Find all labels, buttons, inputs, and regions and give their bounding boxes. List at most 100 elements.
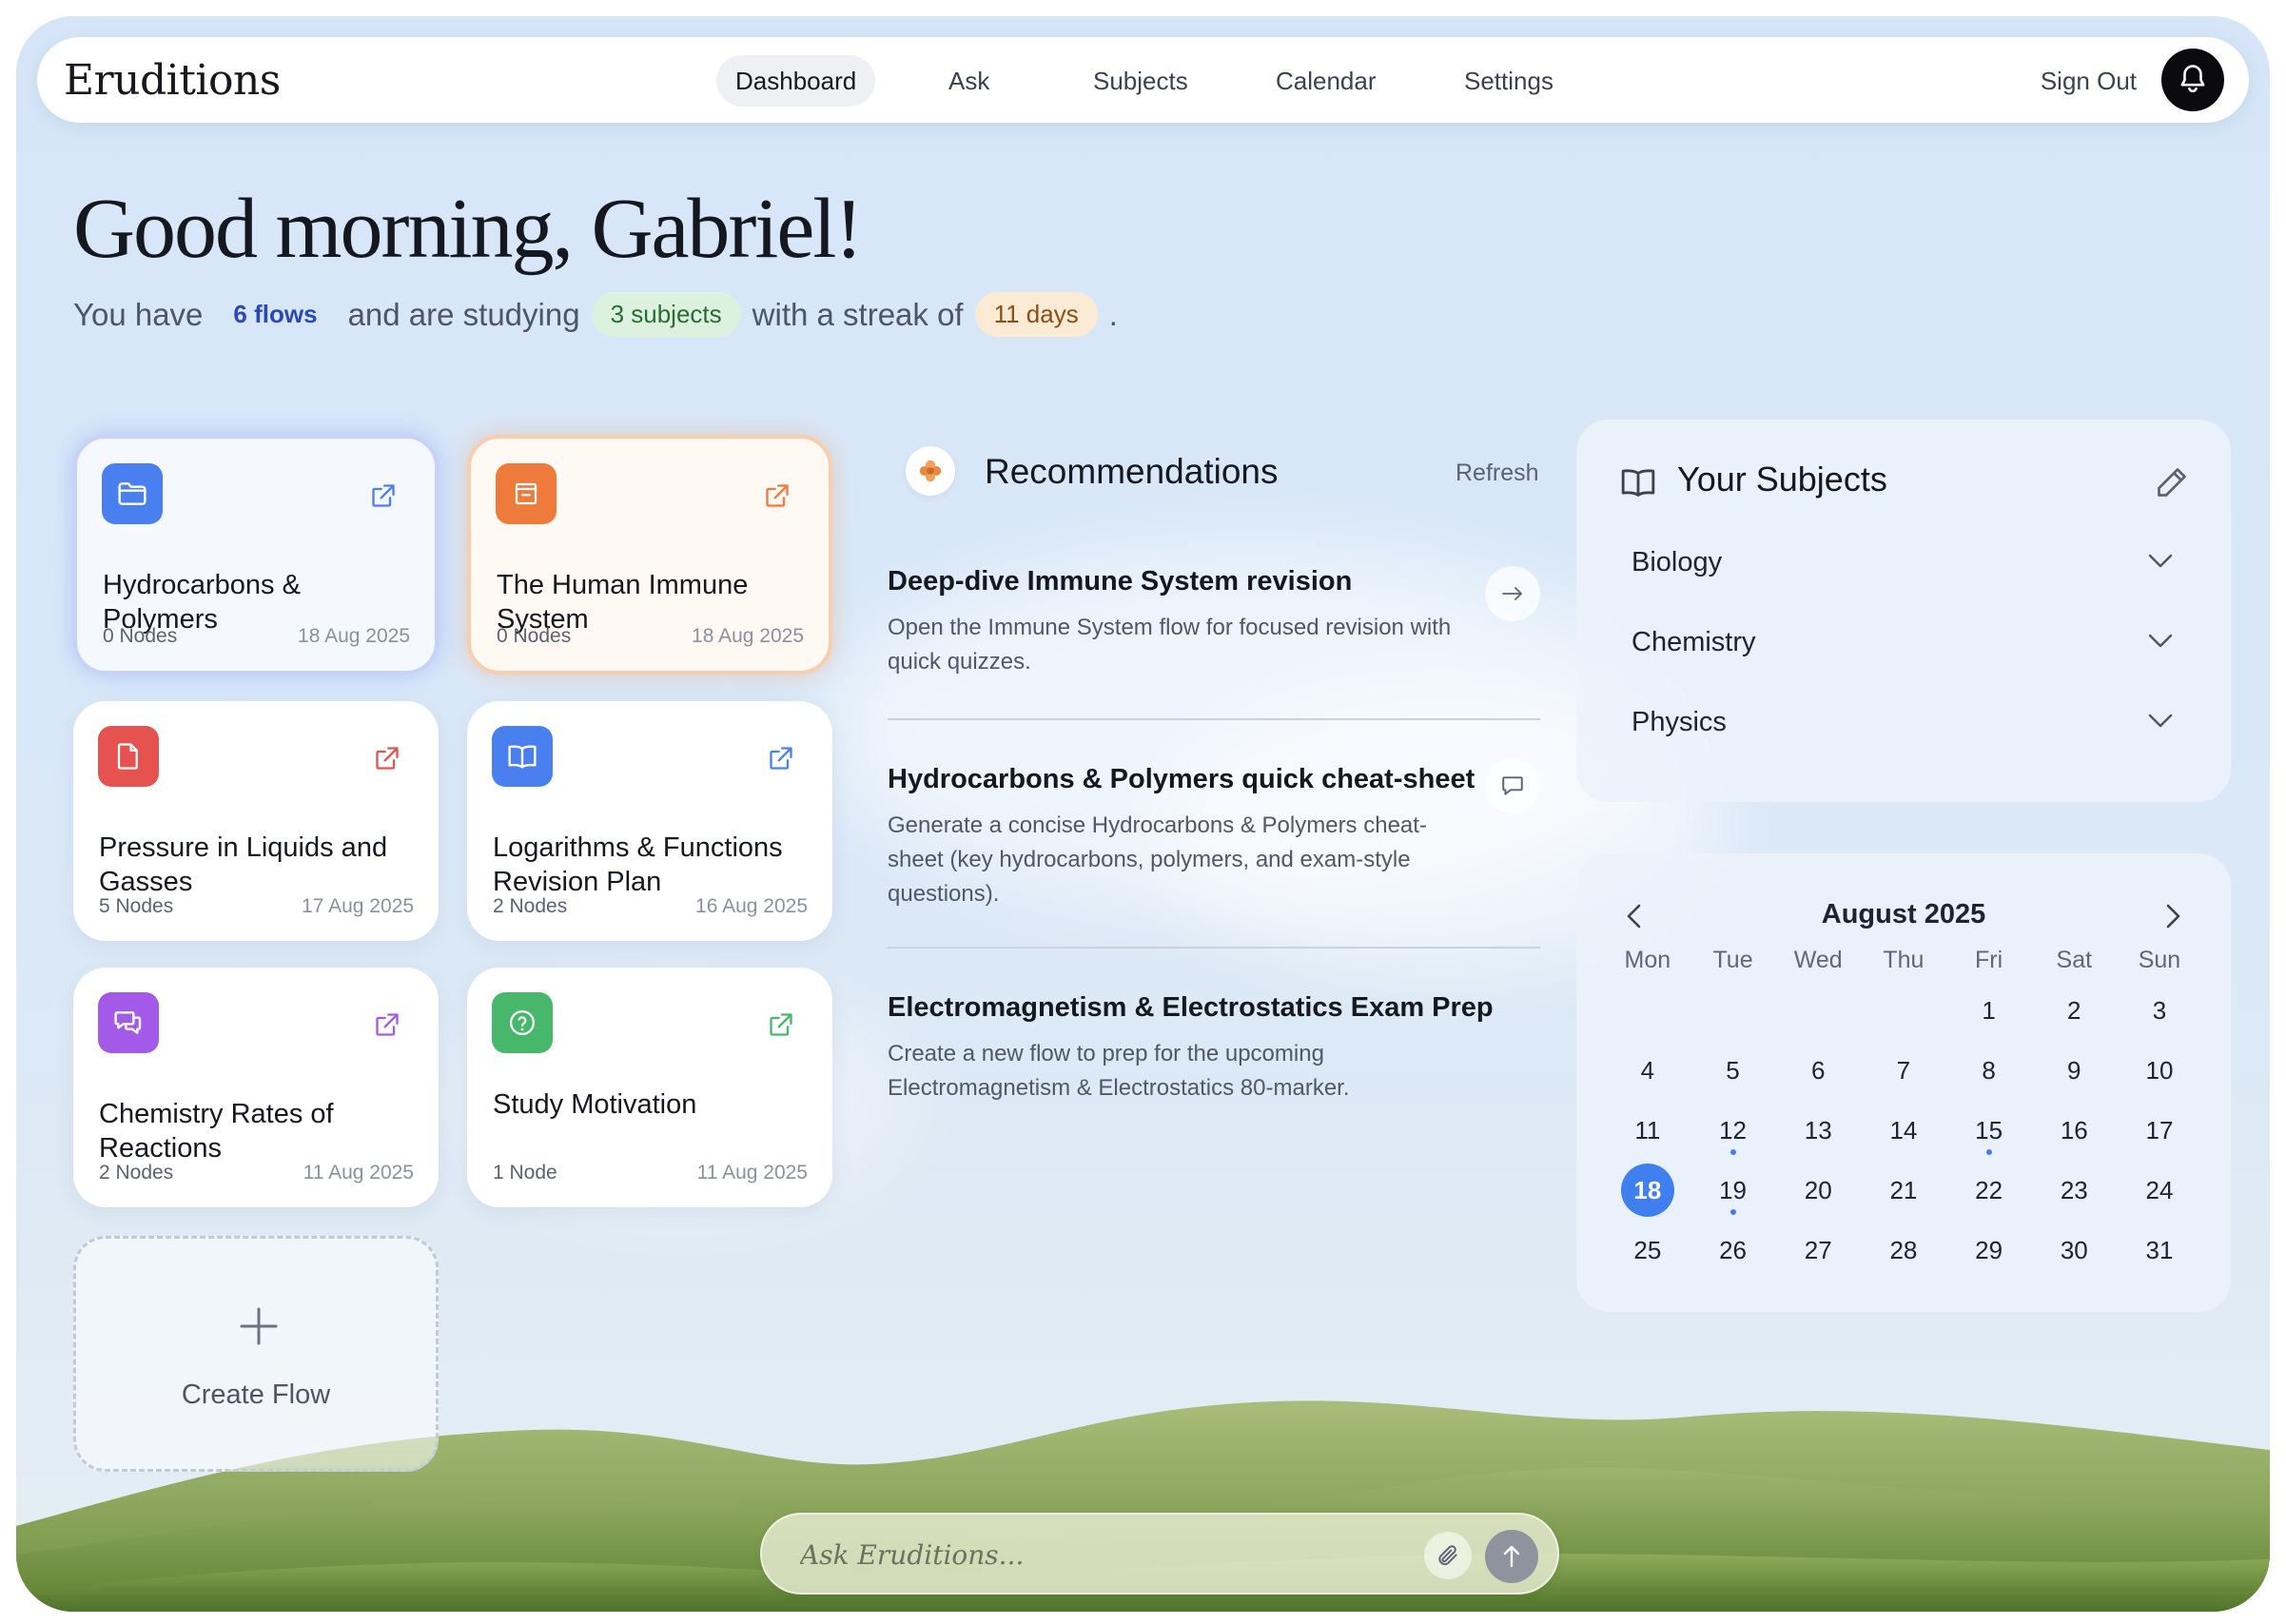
flows-count-badge[interactable]: 6 flows <box>214 292 336 337</box>
calendar-day[interactable]: 9 <box>2031 1041 2117 1101</box>
calendar-day-number: 5 <box>1726 1056 1740 1085</box>
calendar-day-number: 26 <box>1719 1236 1747 1264</box>
flow-card[interactable]: The Human Immune System 0 Nodes 18 Aug 2… <box>467 435 832 675</box>
calendar-day[interactable]: 30 <box>2031 1221 2117 1281</box>
recommendation-title: Deep-dive Immune System revision <box>888 566 1353 597</box>
calendar-day[interactable]: 21 <box>1861 1161 1946 1221</box>
calendar-day[interactable]: 19 <box>1690 1161 1776 1221</box>
question-circle-icon <box>492 992 553 1053</box>
ask-input[interactable] <box>800 1534 1390 1575</box>
pencil-icon[interactable] <box>2155 465 2189 499</box>
calendar-day[interactable]: 1 <box>1946 981 2032 1041</box>
flow-card[interactable]: Study Motivation 1 Node 11 Aug 2025 <box>467 968 832 1207</box>
subject-item-biology[interactable]: Biology <box>1631 547 2174 578</box>
calendar-day[interactable]: 28 <box>1861 1221 1946 1281</box>
open-external-icon[interactable] <box>768 1011 794 1038</box>
calendar-day[interactable]: 11 <box>1605 1101 1690 1161</box>
flow-nodes-count: 1 Node <box>493 1162 557 1184</box>
recommendation-chat-button[interactable] <box>1485 758 1540 813</box>
flow-title: Pressure in Liquids and Gasses <box>99 832 388 897</box>
calendar-day[interactable]: 6 <box>1775 1041 1861 1101</box>
recommendation-item[interactable]: Hydrocarbons & Polymers quick cheat-shee… <box>888 758 1540 911</box>
calendar-day[interactable]: 7 <box>1861 1041 1946 1101</box>
brand-logo[interactable]: Eruditions <box>64 56 281 105</box>
calendar-day[interactable]: 18 <box>1605 1161 1690 1221</box>
calendar-day[interactable]: 29 <box>1946 1221 2032 1281</box>
top-nav: Eruditions Dashboard Ask Subjects Calend… <box>37 37 2249 123</box>
open-external-icon[interactable] <box>374 1011 401 1038</box>
sign-out-button[interactable]: Sign Out <box>2041 55 2137 107</box>
attach-button[interactable] <box>1424 1532 1472 1579</box>
subjects-count-badge[interactable]: 3 subjects <box>591 292 741 337</box>
calendar-day[interactable]: 24 <box>2117 1161 2202 1221</box>
recommendation-item[interactable]: Deep-dive Immune System revision Open th… <box>888 566 1540 679</box>
open-external-icon[interactable] <box>768 745 794 772</box>
calendar-day[interactable]: 14 <box>1861 1101 1946 1161</box>
open-external-icon[interactable] <box>764 482 791 509</box>
subject-item-chemistry[interactable]: Chemistry <box>1631 627 2174 658</box>
flow-card[interactable]: Hydrocarbons & Polymers 0 Nodes 18 Aug 2… <box>73 435 439 675</box>
calendar-day-number: 8 <box>1982 1056 1996 1085</box>
subject-item-physics[interactable]: Physics <box>1631 707 2174 738</box>
nav-ask[interactable]: Ask <box>929 55 1008 107</box>
flow-title: Study Motivation <box>493 1089 697 1120</box>
flow-card[interactable]: Chemistry Rates of Reactions 2 Nodes 11 … <box>73 968 439 1207</box>
paperclip-icon <box>1438 1545 1457 1566</box>
event-dot <box>1985 1149 1992 1155</box>
calendar-day[interactable]: 15 <box>1946 1101 2032 1161</box>
calendar-empty-cell <box>1775 981 1861 1041</box>
refresh-button[interactable]: Refresh <box>1456 460 1539 487</box>
calendar-day[interactable]: 3 <box>2117 981 2202 1041</box>
calendar-day-number: 1 <box>1982 996 1996 1025</box>
recommendation-desc: Open the Immune System flow for focused … <box>888 615 1452 675</box>
calendar-day[interactable]: 5 <box>1690 1041 1776 1101</box>
recommendations-logo <box>906 446 955 496</box>
calendar-day[interactable]: 26 <box>1690 1221 1776 1281</box>
calendar-day[interactable]: 2 <box>2031 981 2117 1041</box>
calendar-grid: Mon Tue Wed Thu Fri Sat Sun 1 2 3 4 5 6 7 8 9 10 11 12 13 14… <box>1605 939 2202 1281</box>
flow-title: Chemistry Rates of Reactions <box>99 1099 334 1164</box>
flow-card[interactable]: Logarithms & Functions Revision Plan 2 N… <box>467 701 832 941</box>
open-external-icon[interactable] <box>374 745 401 772</box>
notifications-button[interactable] <box>2161 49 2224 111</box>
chat-icon <box>1502 776 1523 795</box>
calendar-day-number: 21 <box>1889 1176 1918 1204</box>
open-external-icon[interactable] <box>370 482 397 509</box>
flow-date: 11 Aug 2025 <box>696 1162 808 1184</box>
calendar-day[interactable]: 4 <box>1605 1041 1690 1101</box>
nav-settings[interactable]: Settings <box>1445 55 1573 107</box>
greeting-summary: You have 6 flows and are studying 3 subj… <box>73 292 1118 337</box>
calendar-day[interactable]: 8 <box>1946 1041 2032 1101</box>
calendar-day[interactable]: 23 <box>2031 1161 2117 1221</box>
calendar-day-number: 13 <box>1804 1116 1832 1145</box>
calendar-day[interactable]: 31 <box>2117 1221 2202 1281</box>
chevron-right-icon[interactable] <box>2162 903 2183 929</box>
recommendation-open-button[interactable] <box>1485 566 1540 621</box>
flow-nodes-count: 0 Nodes <box>103 625 178 647</box>
calendar-weekday: Thu <box>1883 947 1925 973</box>
nav-calendar[interactable]: Calendar <box>1257 55 1396 107</box>
calendar-day-number: 27 <box>1804 1236 1832 1264</box>
calendar-weekday-row: Mon Tue Wed Thu Fri Sat Sun <box>1605 939 2202 981</box>
calendar-day[interactable]: 16 <box>2031 1101 2117 1161</box>
send-button[interactable] <box>1485 1530 1538 1583</box>
calendar-day[interactable]: 22 <box>1946 1161 2032 1221</box>
greeting-text: with a streak of <box>752 296 964 332</box>
subjects-title: Your Subjects <box>1677 460 1887 499</box>
calendar-day-number: 29 <box>1975 1236 2003 1264</box>
ask-bar <box>760 1513 1559 1595</box>
calendar-day[interactable]: 25 <box>1605 1221 1690 1281</box>
flow-card[interactable]: Pressure in Liquids and Gasses 5 Nodes 1… <box>73 701 439 941</box>
nav-dashboard[interactable]: Dashboard <box>716 55 876 107</box>
recommendation-item[interactable]: Electromagnetism & Electrostatics Exam P… <box>888 992 1540 1105</box>
calendar-day[interactable]: 20 <box>1775 1161 1861 1221</box>
calendar-day[interactable]: 10 <box>2117 1041 2202 1101</box>
calendar-day[interactable]: 27 <box>1775 1221 1861 1281</box>
greeting-title: Good morning, Gabriel! <box>73 182 863 276</box>
create-flow-button[interactable]: Create Flow <box>73 1236 439 1472</box>
calendar-day[interactable]: 13 <box>1775 1101 1861 1161</box>
calendar-day[interactable]: 12 <box>1690 1101 1776 1161</box>
calendar-day[interactable]: 17 <box>2117 1101 2202 1161</box>
recommendation-desc: Create a new flow to prep for the upcomi… <box>888 1041 1350 1101</box>
nav-subjects[interactable]: Subjects <box>1074 55 1207 107</box>
